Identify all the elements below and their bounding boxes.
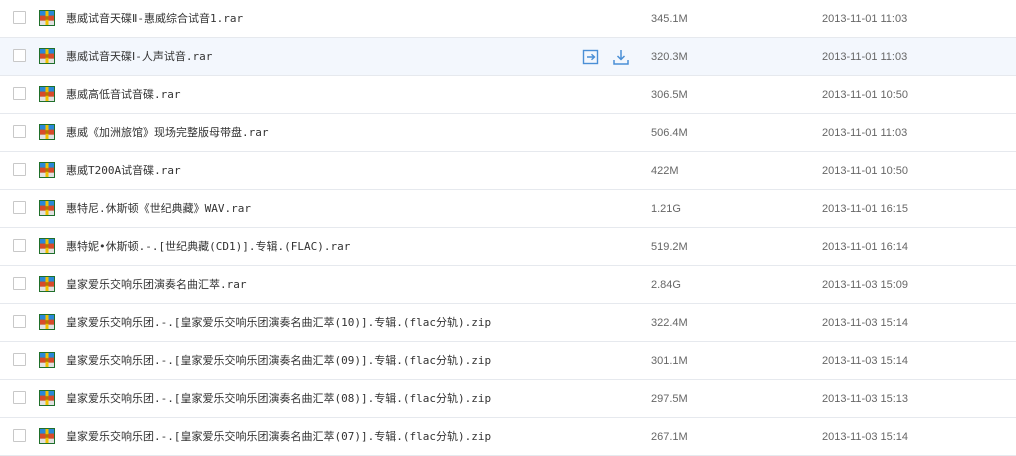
file-row[interactable]: 皇家爱乐交响乐团演奏名曲汇萃.rar 2.84G 2013-11-03 15:0… <box>0 266 1016 304</box>
file-name[interactable]: 皇家爱乐交响乐团.-.[皇家爱乐交响乐团演奏名曲汇萃(07)].专辑.(flac… <box>66 430 491 444</box>
file-name[interactable]: 惠威试音天碟Ⅰ-人声试音.rar <box>66 50 212 64</box>
file-size: 422M <box>651 165 679 177</box>
file-modified-date: 2013-11-03 15:09 <box>822 279 909 291</box>
file-row[interactable]: 皇家爱乐交响乐团.-.[皇家爱乐交响乐团演奏名曲汇萃(07)].专辑.(flac… <box>0 418 1016 456</box>
download-icon[interactable] <box>612 48 630 66</box>
archive-file-icon <box>39 162 55 178</box>
file-modified-date: 2013-11-03 15:14 <box>822 355 909 367</box>
file-size: 267.1M <box>651 431 688 443</box>
file-modified-date: 2013-11-03 15:14 <box>822 317 909 329</box>
file-row[interactable]: 皇家爱乐交响乐团.-.[皇家爱乐交响乐团演奏名曲汇萃(10)].专辑.(flac… <box>0 304 1016 342</box>
archive-file-icon <box>39 390 55 406</box>
archive-file-icon <box>39 428 55 444</box>
file-name[interactable]: 惠特尼.休斯顿《世纪典藏》WAV.rar <box>66 202 251 216</box>
archive-file-icon <box>39 314 55 330</box>
file-size: 519.2M <box>651 241 688 253</box>
row-checkbox[interactable] <box>13 125 26 138</box>
row-checkbox[interactable] <box>13 11 26 24</box>
file-row[interactable]: 惠威试音天碟Ⅰ-人声试音.rar 320.3M 2013-11-01 11:03 <box>0 38 1016 76</box>
file-size: 320.3M <box>651 51 688 63</box>
file-size: 301.1M <box>651 355 688 367</box>
row-checkbox[interactable] <box>13 315 26 328</box>
row-checkbox[interactable] <box>13 391 26 404</box>
file-modified-date: 2013-11-03 15:14 <box>822 431 909 443</box>
file-list: 惠威试音天碟Ⅱ-惠威综合试音1.rar 345.1M 2013-11-01 11… <box>0 0 1016 456</box>
file-row[interactable]: 皇家爱乐交响乐团.-.[皇家爱乐交响乐团演奏名曲汇萃(09)].专辑.(flac… <box>0 342 1016 380</box>
file-name[interactable]: 惠威T200A试音碟.rar <box>66 164 181 178</box>
row-checkbox[interactable] <box>13 87 26 100</box>
file-name[interactable]: 惠威高低音试音碟.rar <box>66 88 181 102</box>
file-size: 297.5M <box>651 393 688 405</box>
file-size: 2.84G <box>651 279 681 291</box>
file-size: 345.1M <box>651 13 688 25</box>
archive-file-icon <box>39 124 55 140</box>
file-modified-date: 2013-11-01 10:50 <box>822 165 909 177</box>
archive-file-icon <box>39 86 55 102</box>
file-modified-date: 2013-11-01 11:03 <box>822 51 908 63</box>
row-checkbox[interactable] <box>13 239 26 252</box>
archive-file-icon <box>39 48 55 64</box>
file-modified-date: 2013-11-01 11:03 <box>822 127 908 139</box>
file-name[interactable]: 惠威《加洲旅馆》现场完整版母带盘.rar <box>66 126 269 140</box>
share-icon[interactable] <box>582 48 600 66</box>
row-checkbox[interactable] <box>13 163 26 176</box>
row-checkbox[interactable] <box>13 353 26 366</box>
file-name[interactable]: 皇家爱乐交响乐团.-.[皇家爱乐交响乐团演奏名曲汇萃(10)].专辑.(flac… <box>66 316 491 330</box>
file-row[interactable]: 惠威T200A试音碟.rar 422M 2013-11-01 10:50 <box>0 152 1016 190</box>
file-row[interactable]: 惠特妮•休斯顿.-.[世纪典藏(CD1)].专辑.(FLAC).rar 519.… <box>0 228 1016 266</box>
file-name[interactable]: 皇家爱乐交响乐团.-.[皇家爱乐交响乐团演奏名曲汇萃(08)].专辑.(flac… <box>66 392 491 406</box>
row-checkbox[interactable] <box>13 277 26 290</box>
file-size: 322.4M <box>651 317 688 329</box>
file-name[interactable]: 皇家爱乐交响乐团.-.[皇家爱乐交响乐团演奏名曲汇萃(09)].专辑.(flac… <box>66 354 491 368</box>
file-name[interactable]: 惠威试音天碟Ⅱ-惠威综合试音1.rar <box>66 12 243 26</box>
archive-file-icon <box>39 10 55 26</box>
file-modified-date: 2013-11-01 11:03 <box>822 13 908 25</box>
row-checkbox[interactable] <box>13 49 26 62</box>
row-checkbox[interactable] <box>13 429 26 442</box>
row-checkbox[interactable] <box>13 201 26 214</box>
file-row[interactable]: 惠威《加洲旅馆》现场完整版母带盘.rar 506.4M 2013-11-01 1… <box>0 114 1016 152</box>
file-size: 506.4M <box>651 127 688 139</box>
file-row[interactable]: 惠特尼.休斯顿《世纪典藏》WAV.rar 1.21G 2013-11-01 16… <box>0 190 1016 228</box>
archive-file-icon <box>39 238 55 254</box>
file-modified-date: 2013-11-01 10:50 <box>822 89 909 101</box>
archive-file-icon <box>39 352 55 368</box>
file-name[interactable]: 惠特妮•休斯顿.-.[世纪典藏(CD1)].专辑.(FLAC).rar <box>66 240 350 254</box>
file-modified-date: 2013-11-01 16:14 <box>822 241 909 253</box>
file-modified-date: 2013-11-01 16:15 <box>822 203 909 215</box>
file-name[interactable]: 皇家爱乐交响乐团演奏名曲汇萃.rar <box>66 278 247 292</box>
file-size: 306.5M <box>651 89 688 101</box>
archive-file-icon <box>39 200 55 216</box>
file-row[interactable]: 惠威试音天碟Ⅱ-惠威综合试音1.rar 345.1M 2013-11-01 11… <box>0 0 1016 38</box>
archive-file-icon <box>39 276 55 292</box>
file-modified-date: 2013-11-03 15:13 <box>822 393 909 405</box>
file-size: 1.21G <box>651 203 681 215</box>
file-row[interactable]: 惠威高低音试音碟.rar 306.5M 2013-11-01 10:50 <box>0 76 1016 114</box>
file-row[interactable]: 皇家爱乐交响乐团.-.[皇家爱乐交响乐团演奏名曲汇萃(08)].专辑.(flac… <box>0 380 1016 418</box>
